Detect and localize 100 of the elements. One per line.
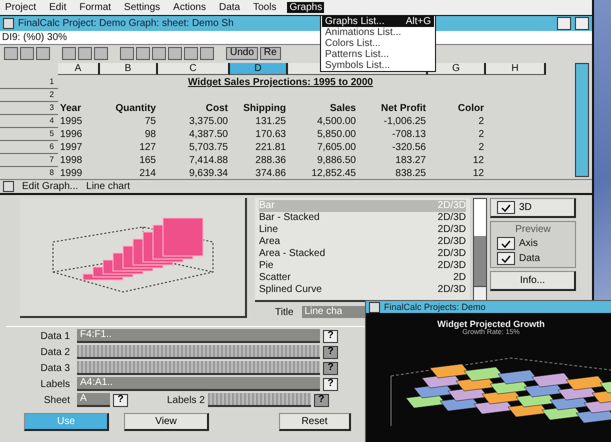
field-label: Title (275, 306, 294, 318)
list-item[interactable]: Area 2D/3D (259, 236, 466, 248)
menu-item[interactable]: Settings (122, 2, 162, 13)
scroll-bar[interactable] (575, 63, 589, 177)
menu-item[interactable]: Graphs (287, 2, 324, 13)
toolbar-icon[interactable] (20, 46, 34, 60)
list-item[interactable]: Line 2D/3D (259, 224, 466, 236)
toolbar-icon[interactable] (184, 46, 198, 60)
dialog-button[interactable]: View (124, 413, 209, 431)
dimension-label: 2D/3D (438, 236, 466, 248)
table-cell-text: 1996 (59, 129, 84, 140)
field-label: Labels (40, 378, 71, 390)
system-menu-icon[interactable] (369, 302, 380, 312)
menu-item[interactable]: Graphs List... Alt+G (322, 16, 434, 27)
table-cell-text: 4,387.50 (188, 129, 229, 140)
menu-item[interactable]: Data (216, 2, 242, 13)
field-label: Sheet (42, 394, 71, 406)
info-button[interactable]: Info... (490, 271, 576, 291)
scroll-thumb[interactable] (474, 236, 486, 286)
help-button[interactable]: ? (323, 378, 338, 390)
chart-type-name: Area (259, 236, 280, 248)
surface-patch (430, 364, 470, 378)
table-cell-text: 9,639.34 (188, 168, 229, 179)
table-cell-text: 288.36 (254, 155, 287, 166)
toolbar-icon[interactable] (4, 46, 18, 60)
table-cell-text: 131.25 (254, 116, 287, 127)
system-menu-icon[interactable] (3, 18, 14, 29)
toolbar-button[interactable]: Re (260, 46, 281, 60)
field-label: Labels 2 (167, 394, 205, 406)
menu-item[interactable]: Actions (171, 2, 208, 13)
toolbar-button[interactable]: Undo (226, 46, 258, 60)
list-item[interactable]: Scatter 2D (259, 272, 466, 284)
row-header[interactable]: 1 (0, 76, 58, 89)
row-header[interactable]: 4 (0, 115, 58, 128)
toolbar-icon[interactable] (78, 46, 92, 60)
chart-type-name: Bar - Stacked (259, 212, 320, 224)
toolbar-icon[interactable] (168, 46, 182, 60)
menu-item-label: Symbols List... (325, 60, 390, 71)
table-cell-text: 7,605.00 (316, 142, 357, 153)
table-cell-text: 1998 (59, 155, 84, 166)
table-cell-text: 98 (144, 129, 157, 140)
checkbox[interactable] (497, 237, 515, 250)
table-cell-text: 1999 (59, 168, 84, 179)
checkbox[interactable] (497, 201, 515, 214)
list-item[interactable]: Area - Stacked 2D/3D (259, 248, 466, 260)
toolbar-icon[interactable] (94, 46, 108, 60)
row-header[interactable]: 5 (0, 128, 58, 141)
column-header[interactable]: H (486, 62, 546, 74)
dialog-button[interactable]: Reset (279, 413, 351, 431)
list-item[interactable]: Splined Curve 2D/3D (259, 284, 466, 296)
table-cell-text: 170.63 (254, 129, 287, 140)
column-header[interactable]: B (100, 62, 158, 74)
menu-item[interactable]: Format (77, 2, 114, 13)
system-menu-icon[interactable] (3, 181, 14, 192)
toolbar-icon[interactable] (136, 46, 150, 60)
list-item[interactable]: Pie 2D/3D (259, 260, 466, 272)
menu-item[interactable]: Project (3, 2, 38, 13)
table-cell-text: 838.25 (394, 168, 427, 179)
checkbox-button[interactable]: 3D (490, 198, 576, 218)
surface-patch (532, 372, 572, 388)
toolbar-icon[interactable] (36, 46, 50, 60)
column-header[interactable]: D (230, 62, 288, 74)
column-header[interactable]: C (158, 62, 230, 74)
chart-type-name: Line (259, 224, 278, 236)
table-cell-text: Shipping (242, 103, 287, 114)
status-text: Edit Graph... (22, 181, 78, 192)
dimension-label: 2D/3D (438, 224, 466, 236)
scroll-bar[interactable] (473, 198, 487, 302)
row-header[interactable]: 8 (0, 167, 58, 179)
chart-type-name: Scatter (259, 272, 291, 284)
help-button[interactable]: ? (113, 394, 128, 406)
checkbox-option[interactable]: Axis (497, 237, 569, 250)
column-header[interactable]: A (58, 62, 100, 74)
toolbar-icon[interactable] (62, 46, 76, 60)
table-cell-text: Color (456, 103, 485, 114)
table-cell-text: 75 (144, 116, 157, 127)
chart-type-name: Splined Curve (259, 284, 322, 296)
checkbox-option[interactable]: Data (497, 252, 569, 265)
menu-item[interactable]: Edit (47, 2, 68, 13)
checkbox[interactable] (497, 252, 515, 265)
menu-item[interactable]: Patterns List... (322, 49, 434, 60)
dimension-label: 2D/3D (438, 284, 466, 296)
toolbar-icon[interactable] (200, 46, 214, 60)
row-header[interactable]: 7 (0, 154, 58, 167)
toolbar-icon[interactable] (152, 46, 166, 60)
list-item[interactable]: Bar - Stacked 2D/3D (259, 212, 466, 224)
table-cell-text: 3,375.00 (188, 116, 229, 127)
help-button[interactable]: ? (323, 330, 338, 342)
row-header[interactable]: 6 (0, 141, 58, 154)
row-header[interactable]: 2 (0, 89, 58, 102)
table-cell-text: 127 (138, 142, 157, 153)
table-cell-text: 12,852.45 (310, 168, 357, 179)
toolbar-icon[interactable] (120, 46, 134, 60)
window-title: FinalCalc Projects: Demo (384, 302, 486, 312)
menu-item[interactable]: Tools (251, 2, 278, 13)
field-label: Data 2 (40, 346, 71, 358)
row-header[interactable]: 3 (0, 102, 58, 115)
table-cell-text: 9,886.50 (316, 155, 357, 166)
dimension-label: 2D (453, 272, 466, 284)
check-icon (501, 204, 511, 212)
